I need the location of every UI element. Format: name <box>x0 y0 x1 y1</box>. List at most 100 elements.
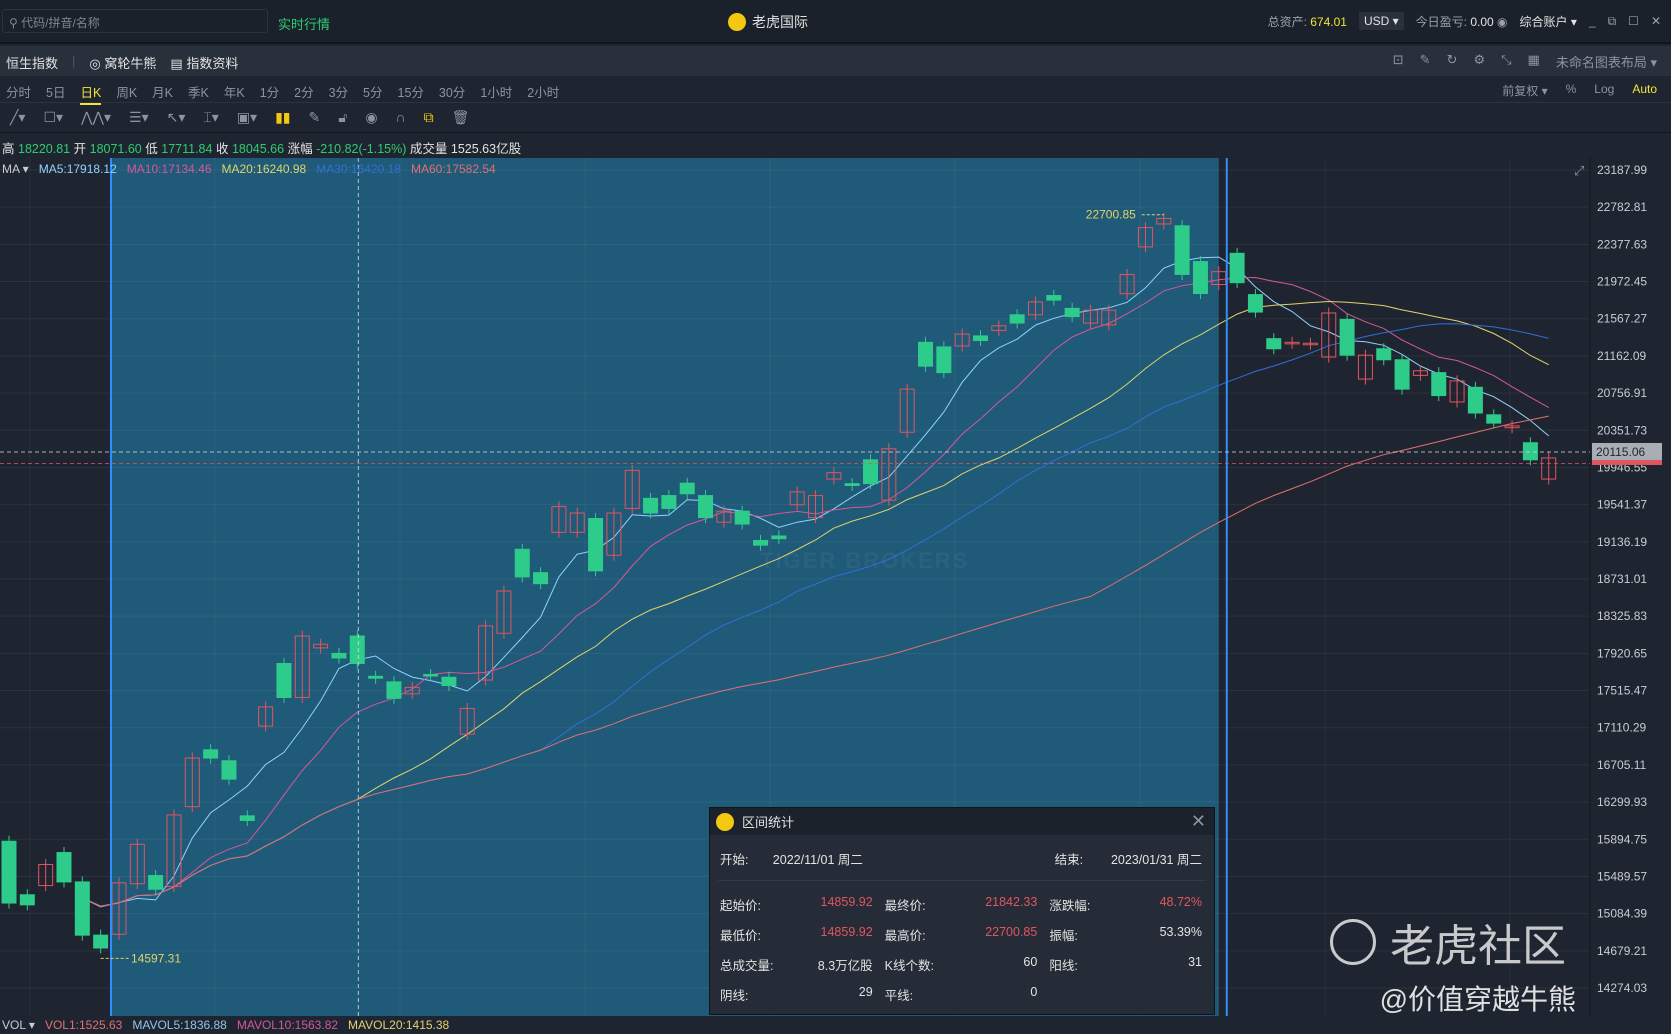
pencil-icon[interactable]: ✎ <box>309 109 321 126</box>
period-tab[interactable]: 月K <box>152 82 173 105</box>
stat-label: 最高价: <box>884 929 926 943</box>
warrants-tab[interactable]: ◎ 窝轮牛熊 <box>89 53 156 72</box>
auto-toggle[interactable]: Auto <box>1632 82 1657 99</box>
low-annotation: 14597.31 <box>131 951 181 965</box>
account-select[interactable]: 综合账户 ▾ <box>1520 13 1577 30</box>
y-tick-label: 23187.99 <box>1597 163 1647 177</box>
index-info-label: 指数资料 <box>186 56 239 71</box>
currency-select[interactable]: USD ▾ <box>1358 12 1404 30</box>
magnet-icon[interactable]: ∩ <box>396 109 406 126</box>
adjust-select[interactable]: 前复权 ▾ <box>1502 82 1547 99</box>
settings-icon[interactable]: ⚙ <box>1473 52 1485 71</box>
percent-toggle[interactable]: % <box>1566 82 1577 99</box>
y-tick-label: 22782.81 <box>1597 200 1647 214</box>
period-tab[interactable]: 1小时 <box>480 82 512 105</box>
mavol20-value: MAVOL20:1415.38 <box>348 1018 450 1032</box>
ma30-value: MA30:16420.18 <box>316 162 401 176</box>
period-tab[interactable]: 3分 <box>329 82 348 105</box>
y-tick-label: 19541.37 <box>1597 498 1647 512</box>
rectangle-tool-icon[interactable]: ☐▾ <box>43 109 63 126</box>
period-tab[interactable]: 日K <box>80 82 102 105</box>
account-summary: 总资产: 674.01 USD ▾ 今日盈亏: 0.00 ◉ 综合账户 ▾ _ … <box>1268 12 1661 30</box>
pattern-tool-icon[interactable]: ⋀⋀▾ <box>81 109 111 126</box>
y-tick-label: 18731.01 <box>1597 572 1647 586</box>
y-tick-label: 17515.47 <box>1597 684 1647 698</box>
vol1-value: VOL1:1525.63 <box>44 1018 123 1032</box>
measure-tool-icon[interactable]: ⌶▾ <box>203 109 218 126</box>
detach-icon[interactable]: ⧉ <box>1608 14 1617 29</box>
period-tab[interactable]: 季K <box>188 82 209 105</box>
period-tab[interactable]: 30分 <box>439 82 465 105</box>
y-tick-label: 20351.73 <box>1597 423 1647 437</box>
refresh-icon[interactable]: ↻ <box>1447 52 1458 71</box>
eye-icon[interactable]: ◉ <box>365 109 377 126</box>
stat-value: 53.39% <box>1159 925 1202 939</box>
start-date: 2022/11/01 周二 <box>772 853 863 867</box>
realtime-quotes-link[interactable]: 实时行情 <box>278 14 330 33</box>
candle-down <box>844 483 860 486</box>
period-tab[interactable]: 1分 <box>260 82 279 105</box>
period-tab[interactable]: 年K <box>224 82 245 105</box>
period-tab[interactable]: 5分 <box>363 82 382 105</box>
maximize-icon[interactable]: ☐ <box>1628 14 1639 28</box>
mavol10-value: MAVOL10:1563.82 <box>236 1018 339 1032</box>
minimize-icon[interactable]: _ <box>1589 14 1596 28</box>
range-stats-icon[interactable]: ▮▮ <box>275 109 290 126</box>
close-icon[interactable]: ✕ <box>1651 14 1661 28</box>
index-info-tab[interactable]: ▤ 指数资料 <box>170 53 238 72</box>
trash-icon[interactable]: 🗑︎ <box>452 109 470 126</box>
stat-value: 60 <box>1023 955 1038 969</box>
currency-value: USD <box>1363 14 1390 28</box>
candle-down <box>276 663 292 698</box>
community-text: 老虎社区 <box>1390 922 1566 971</box>
range-stats-dialog: 区间统计 ✕ 开始: 2022/11/01 周二 结束: 2023/01/31 … <box>709 807 1215 1015</box>
warrants-label: 窝轮牛熊 <box>104 56 157 71</box>
period-tab[interactable]: 2分 <box>294 82 313 105</box>
log-toggle[interactable]: Log <box>1594 82 1614 99</box>
app-brand: 老虎国际 <box>728 12 808 32</box>
edit-icon[interactable]: ✎ <box>1420 52 1431 71</box>
vol-select[interactable]: VOL ▾ <box>2 1018 35 1032</box>
candle-down <box>1 840 17 904</box>
candle-down <box>771 535 787 540</box>
grid-layout-icon[interactable]: ▦ <box>1528 52 1540 71</box>
ma-select[interactable]: MA ▾ <box>2 162 29 176</box>
candle-down <box>1431 372 1447 397</box>
symbol-bar: 恒生指数 | ◎ 窝轮牛熊 ▤ 指数资料 ⊡ ✎ ↻ ⚙ ⤡ ▦ 未命名图表布局… <box>0 46 1671 76</box>
open-label: 开 <box>73 142 87 156</box>
candle-down <box>1229 252 1245 284</box>
period-tab[interactable]: 5日 <box>46 82 65 105</box>
total-assets-value: 674.01 <box>1310 14 1347 29</box>
period-tab[interactable]: 2小时 <box>527 82 559 105</box>
fibonacci-tool-icon[interactable]: ☰▾ <box>129 109 149 126</box>
candle-down <box>56 852 72 883</box>
ohlc-info: 高 18220.81 开 18071.60 低 17711.84 收 18045… <box>2 138 521 157</box>
line-tool-icon[interactable]: ╱▾ <box>10 109 25 126</box>
arrow-tool-icon[interactable]: ↖▾ <box>167 109 186 126</box>
stat-label: K线个数: <box>884 959 934 973</box>
link-icon[interactable]: ⧉ <box>424 109 434 126</box>
period-tab[interactable]: 15分 <box>398 82 424 105</box>
search-input[interactable]: ⚲ 代码/拼音/名称 <box>2 9 268 33</box>
candle-down <box>1009 314 1025 324</box>
close-label: 收 <box>215 142 229 156</box>
collapse-icon[interactable]: ⤡ <box>1501 52 1511 71</box>
lock-icon[interactable]: 🔓︎ <box>338 109 347 126</box>
y-tick-label: 17920.65 <box>1597 646 1647 660</box>
close-dialog-button[interactable]: ✕ <box>1191 811 1206 832</box>
eye-icon[interactable]: ◉ <box>1497 15 1507 29</box>
text-tool-icon[interactable]: ▣▾ <box>237 109 257 126</box>
candle-down <box>1192 261 1208 295</box>
chart-icon[interactable]: ⊡ <box>1393 52 1404 71</box>
layout-select[interactable]: 未命名图表布局 ▾ <box>1556 52 1657 71</box>
period-tab[interactable]: 周K <box>116 82 137 105</box>
candle-down <box>368 675 384 679</box>
low-value: 17711.84 <box>161 142 213 156</box>
expand-icon[interactable]: ⤢ <box>1574 163 1584 178</box>
low-label: 低 <box>145 142 158 156</box>
search-placeholder: 代码/拼音/名称 <box>21 16 100 30</box>
period-tab[interactable]: 分时 <box>6 82 31 105</box>
stat-label: 最终价: <box>884 899 926 913</box>
y-tick-label: 15084.39 <box>1597 907 1647 921</box>
stat-cell: 起始价: 14859.92 <box>720 895 873 914</box>
